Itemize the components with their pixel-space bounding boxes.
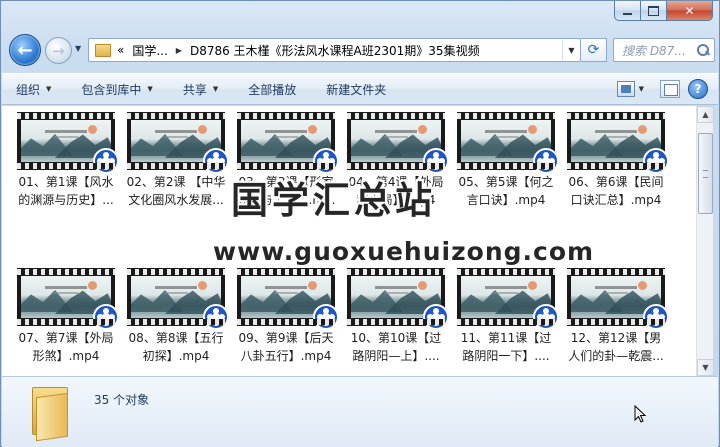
video-thumbnail	[457, 268, 559, 330]
film-reel-icon	[533, 148, 559, 174]
file-name: 12、第12课【男 人们的卦—乾震...	[568, 331, 664, 363]
scroll-down-icon[interactable]: ▼	[697, 359, 714, 376]
explorer-window: ✕ ← → ▼ « 国学... ▶ D8786 王木槿《形法风水课程A班2301…	[0, 0, 720, 447]
breadcrumb-parent[interactable]: 国学...	[132, 42, 167, 59]
recent-pages-dropdown[interactable]: ▼	[75, 44, 81, 53]
preview-pane-button[interactable]	[660, 80, 680, 98]
file-name: 06、第6课【民间 口诀汇总】.mp4	[568, 175, 664, 207]
video-thumbnail	[457, 112, 559, 174]
film-reel-icon	[203, 148, 229, 174]
command-bar: 组织 ▼ 包含到库中 ▼ 共享 ▼ 全部播放 新建文件夹 ▼ ?	[2, 73, 718, 105]
video-thumbnail	[127, 268, 229, 330]
chevron-down-icon: ▼	[212, 85, 219, 93]
video-thumbnail	[567, 112, 669, 174]
change-view-icon[interactable]	[616, 81, 635, 97]
view-controls: ▼ ?	[616, 79, 708, 99]
file-name: 02、第2课 【中华 文化圈风水发展...	[126, 175, 226, 207]
close-button[interactable]: ✕	[667, 1, 713, 21]
caption-buttons: ✕	[614, 1, 713, 21]
address-bar[interactable]: « 国学... ▶ D8786 王木槿《形法风水课程A班2301期》35集视频 …	[88, 38, 581, 62]
share-label: 共享	[182, 82, 207, 97]
item-count: 35 个对象	[94, 393, 150, 407]
navigation-bar: ← → ▼ « 国学... ▶ D8786 王木槿《形法风水课程A班2301期》…	[9, 32, 715, 68]
folder-icon	[30, 387, 70, 442]
breadcrumb-separator-icon[interactable]: ▶	[176, 46, 182, 55]
play-all-label: 全部播放	[248, 82, 297, 97]
file-name: 05、第5课【何之 言口诀】.mp4	[458, 175, 554, 207]
help-icon[interactable]: ?	[688, 79, 708, 99]
video-thumbnail	[567, 268, 669, 330]
chevron-down-icon: ▼	[147, 85, 153, 93]
film-reel-icon	[643, 148, 669, 174]
maximize-button[interactable]	[641, 1, 667, 21]
search-placeholder: 搜索 D87...	[622, 43, 686, 58]
film-reel-icon	[203, 304, 229, 330]
search-input[interactable]: 搜索 D87...	[613, 38, 715, 62]
file-name: 07、第7课【外局 形煞】.mp4	[18, 331, 114, 363]
back-button[interactable]: ←	[9, 34, 41, 66]
film-reel-icon	[423, 304, 449, 330]
play-all-button[interactable]: 全部播放	[248, 81, 296, 98]
file-name: 10、第10课【过 路阴阳—上】....	[350, 331, 442, 363]
organize-label: 组织	[16, 82, 41, 97]
video-thumbnail	[347, 268, 449, 330]
chevron-down-icon: ▼	[46, 85, 52, 93]
scrollbar-thumb[interactable]	[698, 133, 713, 214]
file-name: 09、第9课【后天 八卦五行】.mp4	[238, 331, 334, 363]
include-library-label: 包含到库中	[81, 82, 142, 97]
view-options-dropdown[interactable]: ▼	[639, 85, 644, 93]
file-name: 01、第1课【风水 的渊源与历史】...	[18, 175, 114, 207]
details-pane: 35 个对象	[2, 376, 718, 447]
file-name: 11、第11课【过 路阴阳一下】....	[460, 331, 552, 363]
minimize-button[interactable]	[614, 1, 641, 21]
video-thumbnail	[237, 268, 339, 330]
vertical-scrollbar[interactable]: ▲ ▼	[696, 106, 714, 376]
video-thumbnail	[17, 112, 119, 174]
breadcrumb-overflow[interactable]: «	[117, 43, 124, 57]
watermark-title: 国学汇总站	[231, 179, 436, 222]
film-reel-icon	[533, 304, 559, 330]
share-menu[interactable]: 共享 ▼	[183, 81, 218, 98]
address-dropdown-icon[interactable]: ▼	[562, 39, 580, 61]
folder-icon	[95, 43, 111, 57]
search-icon[interactable]	[696, 43, 710, 57]
arrow-left-icon: ←	[17, 39, 33, 61]
forward-button[interactable]: →	[45, 37, 72, 64]
include-library-menu[interactable]: 包含到库中 ▼	[81, 81, 152, 98]
organize-menu[interactable]: 组织 ▼	[16, 81, 51, 98]
film-reel-icon	[93, 148, 119, 174]
refresh-button[interactable]: ⟳	[581, 38, 607, 62]
breadcrumb-current[interactable]: D8786 王木槿《形法风水课程A班2301期》35集视频	[190, 42, 480, 59]
video-thumbnail	[237, 112, 339, 174]
video-thumbnail	[347, 112, 449, 174]
refresh-icon: ⟳	[587, 42, 600, 58]
scroll-up-icon[interactable]: ▲	[697, 106, 714, 123]
film-reel-icon	[93, 304, 119, 330]
film-reel-icon	[313, 304, 339, 330]
video-thumbnail	[127, 112, 229, 174]
mouse-cursor-icon	[634, 405, 646, 423]
file-name: 08、第8课【五行 初探】.mp4	[128, 331, 224, 363]
video-thumbnail	[17, 268, 119, 330]
new-folder-label: 新建文件夹	[326, 82, 387, 97]
watermark-url: www.guoxuehuizong.com	[213, 237, 595, 266]
new-folder-button[interactable]: 新建文件夹	[326, 81, 386, 98]
arrow-right-icon: →	[52, 41, 65, 60]
film-reel-icon	[643, 304, 669, 330]
